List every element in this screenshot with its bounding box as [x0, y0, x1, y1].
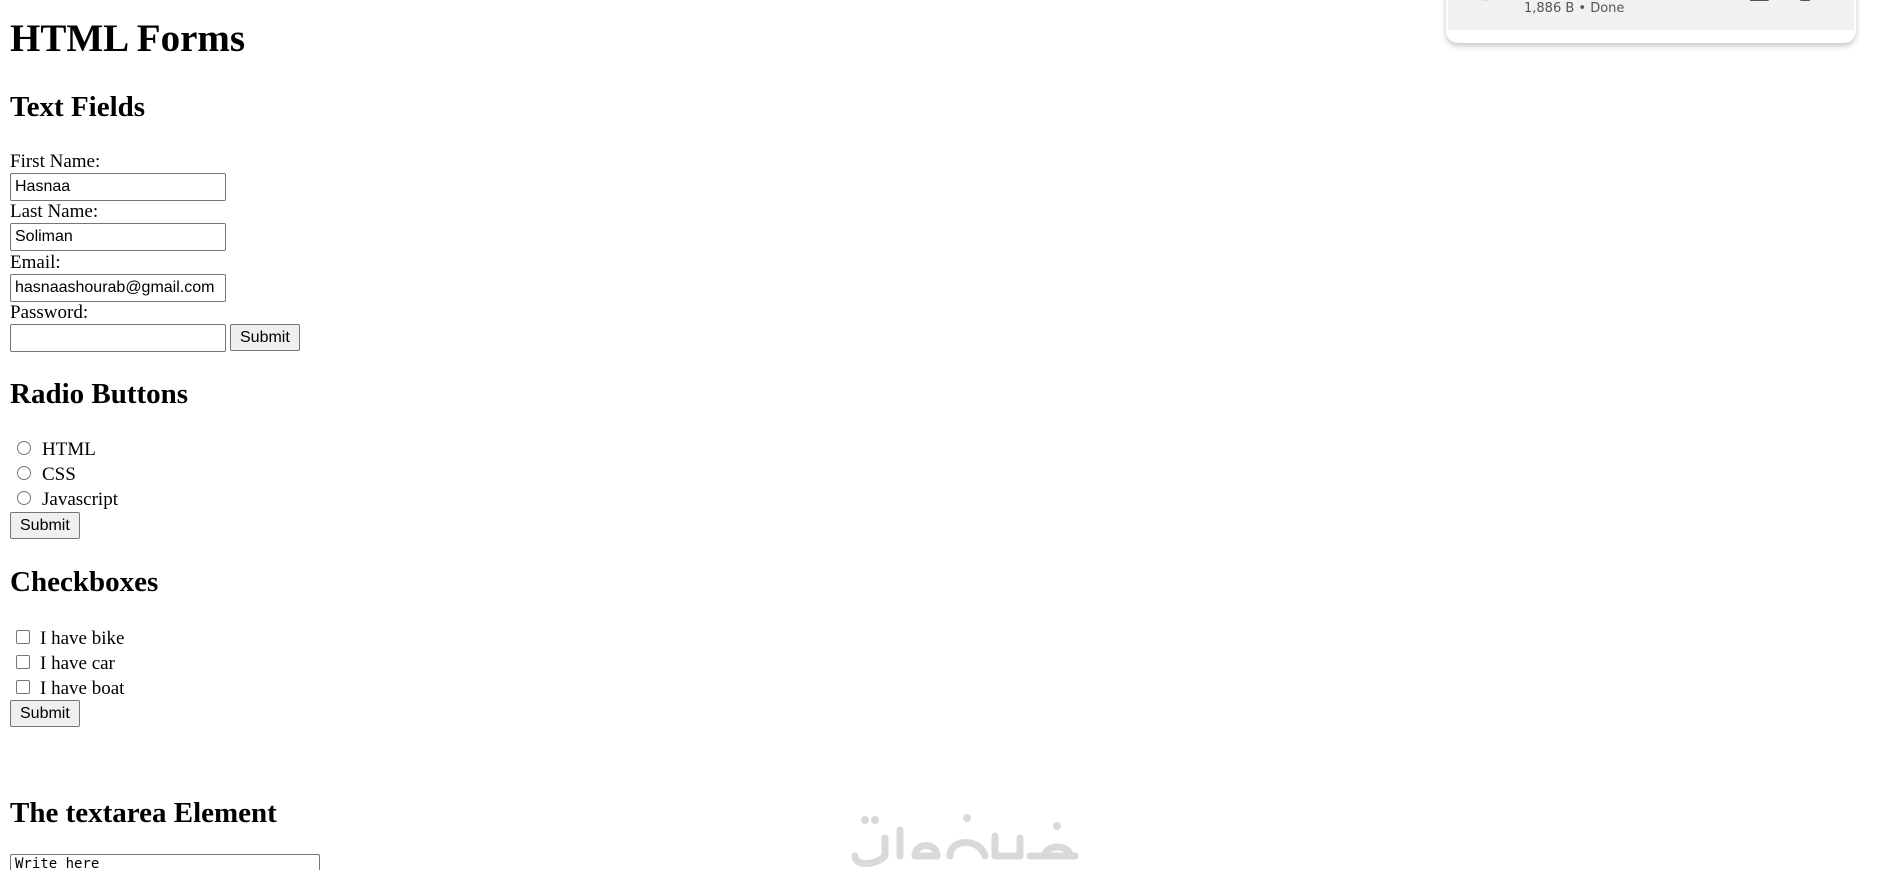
radio-html-label: HTML — [42, 439, 96, 460]
text-fields-submit-button[interactable]: Submit — [230, 324, 300, 351]
checkbox-submit-button[interactable]: Submit — [10, 700, 80, 727]
last-name-input[interactable]: Soliman — [10, 223, 226, 251]
checkbox-boat-label: I have boat — [40, 678, 125, 699]
text-fields-heading: Text Fields — [10, 91, 146, 123]
textarea-heading: The textarea Element — [10, 797, 277, 829]
radio-submit-button[interactable]: Submit — [10, 512, 80, 539]
radio-css-label: CSS — [42, 464, 76, 485]
radio-css[interactable] — [17, 466, 31, 480]
download-status: 1,886 B • Done — [1524, 1, 1625, 16]
textarea-input[interactable]: Write here — [10, 854, 320, 871]
first-name-label: First Name: — [10, 151, 101, 172]
checkbox-car[interactable] — [16, 655, 30, 669]
checkbox-car-label: I have car — [40, 653, 115, 674]
khamsat-logo — [851, 814, 1079, 867]
radio-javascript[interactable] — [17, 491, 31, 505]
last-name-label: Last Name: — [10, 201, 99, 222]
download-panel: ▂ 1,886 B • Done ▁▁ ▁ — [1446, 0, 1856, 43]
radio-html[interactable] — [17, 441, 31, 455]
checkbox-boat[interactable] — [16, 680, 30, 694]
download-item[interactable]: ▂ 1,886 B • Done ▁▁ ▁ — [1448, 0, 1854, 30]
password-label: Password: — [10, 302, 89, 323]
email-label: Email: — [10, 252, 61, 273]
password-input[interactable] — [10, 324, 226, 352]
checkbox-bike-label: I have bike — [40, 628, 125, 649]
checkboxes-heading: Checkboxes — [10, 566, 159, 598]
checkbox-bike[interactable] — [16, 630, 30, 644]
page-title: HTML Forms — [10, 17, 246, 60]
radio-buttons-heading: Radio Buttons — [10, 378, 189, 410]
email-input[interactable]: hasnaashourab@gmail.com — [10, 274, 226, 302]
first-name-input[interactable]: Hasnaa — [10, 173, 226, 201]
radio-javascript-label: Javascript — [42, 489, 118, 510]
